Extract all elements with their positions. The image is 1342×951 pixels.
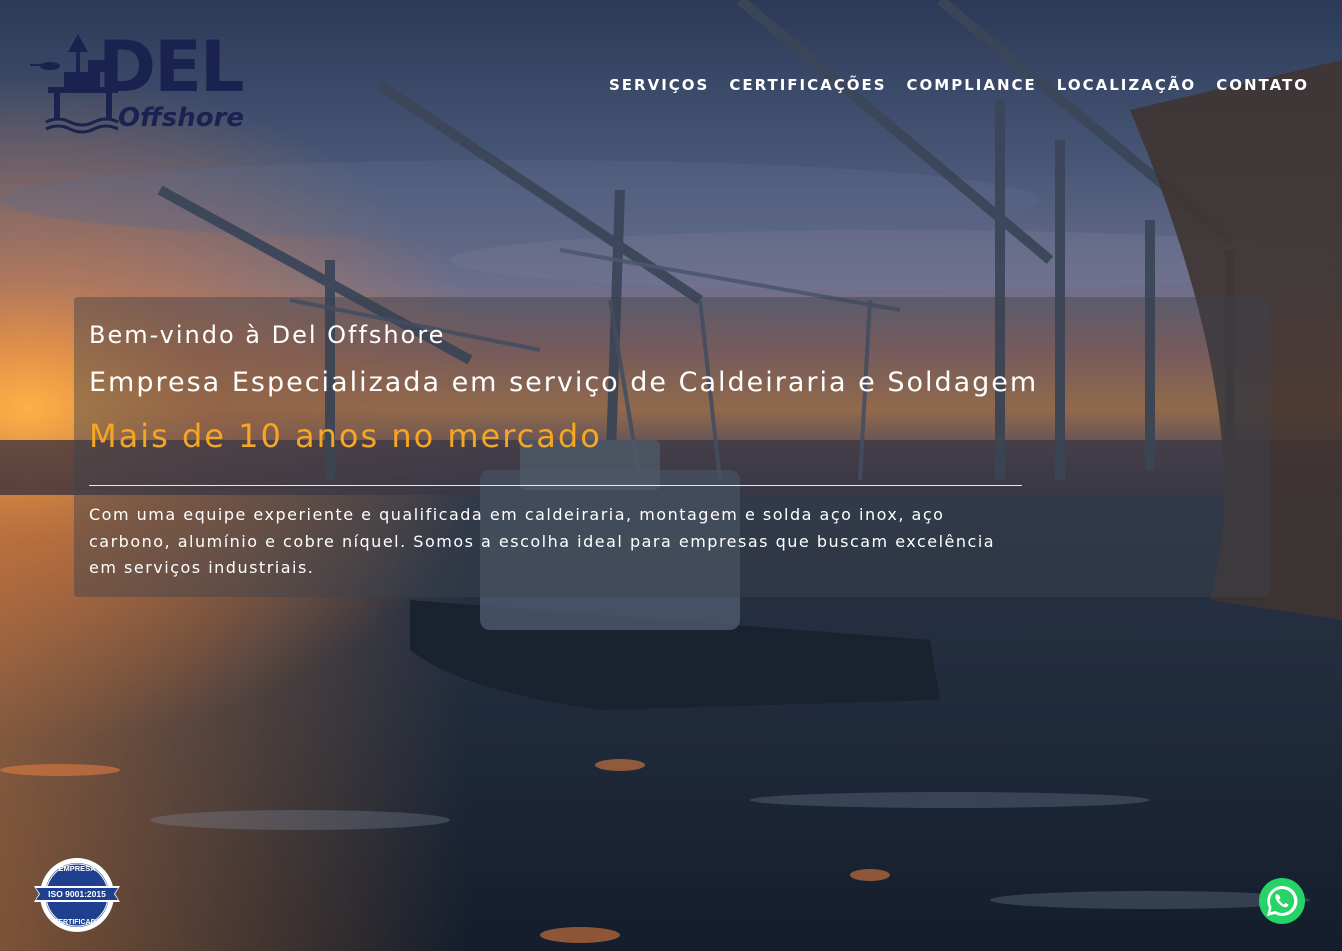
badge-top-text: EMPRESA [58,864,96,873]
nav-localizacao[interactable]: LOCALIZAÇÃO [1057,76,1196,94]
logo[interactable]: DEL Offshore [28,32,258,140]
hero-description: Com uma equipe experiente e qualificada … [89,505,996,577]
welcome-panel: Bem-vindo à Del Offshore Empresa Especia… [74,297,1270,597]
years-heading: Mais de 10 anos no mercado [89,417,602,455]
badge-middle-text: ISO 9001:2015 [48,889,106,899]
nav-compliance[interactable]: COMPLIANCE [907,76,1037,94]
welcome-title: Bem-vindo à Del Offshore [89,321,446,349]
nav-certificacoes[interactable]: CERTIFICAÇÕES [729,76,886,94]
nav-contato[interactable]: CONTATO [1216,76,1309,94]
logo-subtitle: Offshore [118,103,245,133]
whatsapp-button[interactable] [1258,877,1306,925]
logo-brand: DEL [98,26,245,108]
specialty-heading: Empresa Especializada em serviço de Cald… [89,367,1039,398]
iso-badge: EMPRESA ISO 9001:2015 CERTIFICADA [33,856,121,934]
whatsapp-icon [1259,878,1305,924]
nav-servicos[interactable]: SERVIÇOS [609,76,709,94]
badge-bottom-text: CERTIFICADA [53,919,100,926]
divider [89,485,1022,486]
main-nav: SERVIÇOS CERTIFICAÇÕES COMPLIANCE LOCALI… [609,76,1309,94]
